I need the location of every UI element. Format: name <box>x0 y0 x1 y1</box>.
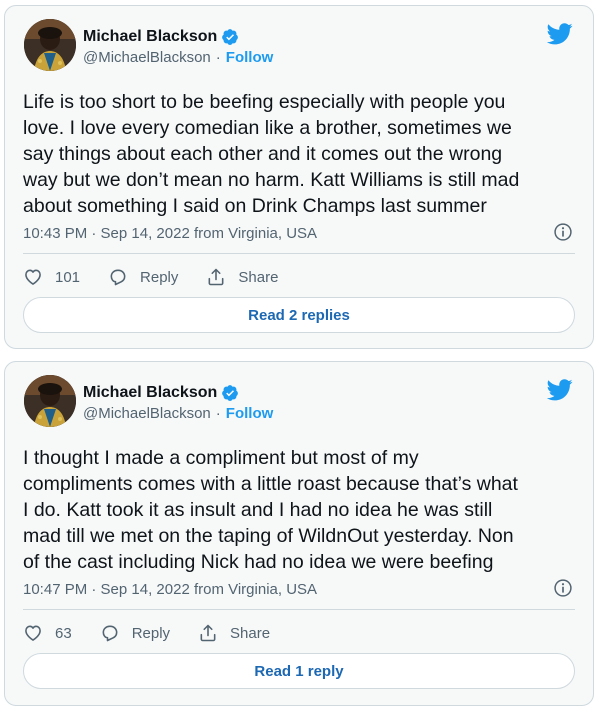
verified-badge-icon <box>221 28 239 46</box>
handle-row: @MichaelBlackson · Follow <box>83 405 273 422</box>
follow-button[interactable]: Follow <box>226 49 274 66</box>
tweet-timestamp[interactable]: 10:47 PM · Sep 14, 2022 from Virginia, U… <box>23 581 317 598</box>
reply-bubble-icon <box>100 623 120 643</box>
share-button[interactable]: Share <box>198 623 270 643</box>
author-name[interactable]: Michael Blackson <box>83 384 217 402</box>
reply-button[interactable]: Reply <box>100 623 170 643</box>
share-label: Share <box>238 268 279 286</box>
reply-button[interactable]: Reply <box>108 267 178 287</box>
author-handle[interactable]: @MichaelBlackson <box>83 49 211 66</box>
share-button[interactable]: Share <box>206 267 278 287</box>
reply-bubble-icon <box>108 267 128 287</box>
reply-label: Reply <box>131 624 171 642</box>
verified-badge-icon <box>221 384 239 402</box>
info-icon[interactable] <box>553 222 573 242</box>
twitter-bird-icon[interactable] <box>547 23 573 45</box>
avatar[interactable] <box>24 19 76 71</box>
read-replies-button[interactable]: Read 1 reply <box>23 653 575 689</box>
info-icon[interactable] <box>553 578 573 598</box>
action-bar: 101 Reply Share <box>23 267 306 287</box>
divider <box>23 253 575 254</box>
tweet-timestamp[interactable]: 10:43 PM · Sep 14, 2022 from Virginia, U… <box>23 225 317 242</box>
tweet-text: I thought I made a compliment but most o… <box>23 447 518 573</box>
share-label: Share <box>230 624 271 642</box>
twitter-bird-icon[interactable] <box>547 379 573 401</box>
separator-dot: · <box>215 49 221 66</box>
author-row: Michael Blackson <box>83 28 239 46</box>
like-button[interactable]: 63 <box>23 623 72 643</box>
heart-icon <box>23 267 43 287</box>
like-button[interactable]: 101 <box>23 267 80 287</box>
tweet-card: Michael Blackson @MichaelBlackson · Foll… <box>4 5 594 349</box>
reply-label: Reply <box>140 268 179 286</box>
read-replies-button[interactable]: Read 2 replies <box>23 297 575 333</box>
follow-button[interactable]: Follow <box>226 405 274 422</box>
author-name[interactable]: Michael Blackson <box>83 28 217 46</box>
author-handle[interactable]: @MichaelBlackson <box>83 405 211 422</box>
avatar-image <box>24 19 76 71</box>
share-icon <box>206 267 226 287</box>
like-count: 63 <box>55 624 72 642</box>
separator-dot: · <box>215 405 221 422</box>
divider <box>23 609 575 610</box>
handle-row: @MichaelBlackson · Follow <box>83 49 273 66</box>
tweet-card: Michael Blackson @MichaelBlackson · Foll… <box>4 361 594 706</box>
tweet-text: Life is too short to be beefing especial… <box>23 91 520 217</box>
avatar-image <box>24 375 76 427</box>
author-row: Michael Blackson <box>83 384 239 402</box>
avatar[interactable] <box>24 375 76 427</box>
heart-icon <box>23 623 43 643</box>
share-icon <box>198 623 218 643</box>
like-count: 101 <box>55 268 81 286</box>
action-bar: 63 Reply Share <box>23 623 298 643</box>
